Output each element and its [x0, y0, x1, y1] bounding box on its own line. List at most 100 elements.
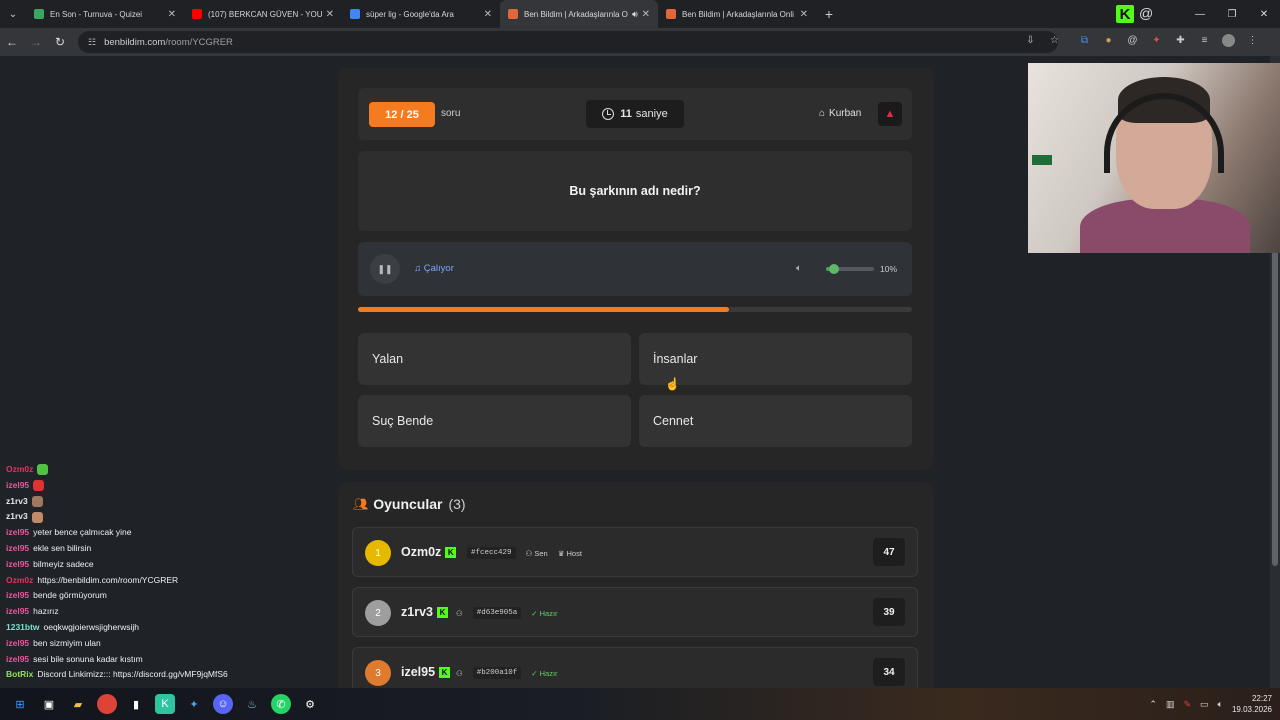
translate-extension-icon[interactable]: ⧉ — [1078, 34, 1091, 47]
chat-emote-icon — [31, 511, 43, 523]
kick-logo-icon[interactable]: K — [1116, 5, 1134, 23]
restore-icon[interactable]: ❐ — [1216, 9, 1248, 20]
ready-tag: ✓ Hazır — [531, 608, 558, 618]
network-icon[interactable]: ▥ — [1166, 699, 1175, 710]
system-tray: ⌃ ▥ ✎ ▭ 🔈︎ 22:27 19.03.2026 — [1149, 688, 1280, 720]
chat-username: izel95 — [6, 558, 30, 569]
site-info-icon[interactable]: ☷ — [88, 37, 96, 48]
cookie-extension-icon[interactable]: ● — [1102, 34, 1115, 47]
exit-sign — [1032, 155, 1052, 165]
tab-close-icon[interactable]: ✕ — [642, 9, 650, 20]
puzzle-extensions-icon[interactable]: ✚ — [1174, 34, 1187, 47]
kurban-button[interactable]: ⌂ Kurban — [819, 108, 861, 119]
settings-app-icon[interactable]: ✦ — [184, 694, 204, 714]
steam-icon[interactable]: ♨ — [242, 694, 262, 714]
timer-box: 11 saniye — [586, 100, 684, 128]
question-card: Bu şarkının adı nedir? — [358, 151, 912, 231]
browser-tab[interactable]: En Son - Turnuva - Quizei ✕ — [26, 0, 184, 28]
gear-icon[interactable]: ⚙ — [300, 694, 320, 714]
tab-close-icon[interactable]: ✕ — [800, 9, 808, 20]
tab-close-icon[interactable]: ✕ — [484, 9, 492, 20]
chat-username: izel95 — [6, 653, 30, 664]
volume-icon[interactable]: 🔈︎ — [796, 263, 802, 274]
kick-verified-icon: K — [445, 547, 457, 559]
report-button[interactable]: ▲ — [878, 102, 902, 126]
speaker-icon[interactable]: 🔈︎ — [1218, 699, 1223, 710]
new-tab-button[interactable]: + — [816, 6, 842, 22]
minimize-icon[interactable]: — — [1184, 9, 1216, 20]
back-icon[interactable]: ← — [0, 35, 24, 49]
timer-unit: saniye — [635, 108, 668, 120]
display-icon[interactable]: ▭ — [1200, 699, 1209, 710]
rank-badge: 3 — [365, 660, 391, 686]
rank-badge: 2 — [365, 600, 391, 626]
player-code: #b200a10f — [472, 667, 522, 679]
browser-menu-icon[interactable]: ⋮ — [1246, 34, 1259, 47]
clock[interactable]: 22:27 19.03.2026 — [1232, 693, 1272, 715]
tab-audio-icon[interactable]: 🔊︎ — [632, 9, 638, 20]
tab-close-icon[interactable]: ✕ — [168, 9, 176, 20]
browser-tab[interactable]: Ben Bildim | Arkadaşlarınla O 🔊︎ ✕ — [500, 0, 658, 28]
reload-icon[interactable]: ↻ — [48, 35, 72, 49]
tag-icon: ⌂ — [819, 108, 826, 119]
player-score: 34 — [873, 658, 905, 686]
media-controls-icon[interactable]: ≡ — [1198, 34, 1211, 47]
answer-option-3[interactable]: Suç Bende — [358, 395, 631, 447]
volume-slider[interactable] — [826, 264, 874, 274]
tab-close-icon[interactable]: ✕ — [326, 9, 334, 20]
chat-text: yeter bence çalmıcak yine — [33, 527, 132, 538]
chat-message: izel95 sesi bile sonuna kadar kıstım — [6, 652, 228, 668]
volume-knob[interactable] — [828, 264, 839, 274]
chat-text: oeqkwgjoierwsjigherwsijh — [43, 621, 139, 632]
tab-favicon-icon — [508, 9, 518, 19]
answer-option-4[interactable]: Cennet — [639, 395, 912, 447]
chat-username: z1rv3 — [6, 495, 28, 506]
audio-app-icon[interactable]: ▮ — [126, 694, 146, 714]
tab-title: (107) BERKCAN GÜVEN - YOUTU — [208, 9, 322, 19]
url-field[interactable]: ☷ benbildim.com /room/YCGRER — [78, 31, 1058, 53]
file-explorer-icon[interactable]: ▰ — [68, 694, 88, 714]
browser-tab[interactable]: (107) BERKCAN GÜVEN - YOUTU ✕ — [184, 0, 342, 28]
whatsapp-icon[interactable]: ✆ — [271, 694, 291, 714]
threads-extension-icon[interactable]: @ — [1126, 34, 1139, 47]
chrome-icon[interactable] — [97, 694, 117, 714]
tab-title: Ben Bildim | Arkadaşlarınla O — [524, 9, 628, 19]
chat-message: izel95 ekle sen bilirsin — [6, 541, 228, 557]
chat-username: Ozm0z — [6, 464, 34, 474]
maple-extension-icon[interactable]: ✦ — [1150, 34, 1163, 47]
kick-verified-icon: K — [436, 607, 448, 619]
url-path: /room/YCGRER — [165, 36, 233, 48]
user-plus-icon[interactable]: ⚇ — [456, 669, 463, 678]
install-app-icon[interactable]: ⇩ — [1024, 34, 1037, 47]
answer-option-1[interactable]: Yalan — [358, 333, 631, 385]
chat-text: bilmeyiz sadece — [33, 558, 94, 569]
browser-tab[interactable]: Ben Bildim | Arkadaşlarınla Onli ✕ — [658, 0, 816, 28]
discord-icon[interactable]: ☺ — [213, 694, 233, 714]
chat-text: bende görmüyorum — [33, 590, 107, 601]
profile-avatar-icon[interactable] — [1222, 34, 1235, 47]
pause-button[interactable]: ❚❚ — [370, 254, 400, 284]
forward-icon[interactable]: → — [24, 35, 48, 49]
chat-message: izel95 — [6, 478, 228, 494]
tab-favicon-icon — [34, 9, 44, 19]
bookmark-star-icon[interactable]: ☆ — [1048, 34, 1061, 47]
pen-icon[interactable]: ✎ — [1183, 699, 1191, 710]
chat-message: 1231btw oeqkwgjoierwsjigherwsijh — [6, 620, 228, 636]
tab-list: En Son - Turnuva - Quizei ✕ (107) BERKCAN … — [26, 0, 816, 28]
volume-percent: 10% — [880, 264, 898, 274]
browser-tab[interactable]: süper lig - Google'da Ara ✕ — [342, 0, 500, 28]
chat-message: z1rv3 — [6, 509, 228, 525]
windows-start-icon[interactable]: ⊞ — [10, 694, 30, 714]
chat-username: izel95 — [6, 606, 30, 617]
kick-app-icon[interactable]: K — [155, 694, 175, 714]
tray-chevron-icon[interactable]: ⌃ — [1149, 699, 1157, 710]
user-plus-icon[interactable]: ⚇ — [456, 609, 463, 618]
threads-logo-icon[interactable]: @ — [1139, 5, 1155, 23]
player-row: 2 z1rv3 K ⚇ #d63e905a ✓ Hazır 39 — [352, 587, 918, 637]
tab-search-chevron-icon[interactable]: ⌄ — [0, 0, 26, 28]
task-view-icon[interactable]: ▣ — [39, 694, 59, 714]
close-window-icon[interactable]: ✕ — [1248, 9, 1280, 20]
chat-message: izel95 bende görmüyorum — [6, 588, 228, 604]
chat-username: z1rv3 — [6, 511, 28, 522]
webcam-overlay — [1028, 63, 1280, 253]
